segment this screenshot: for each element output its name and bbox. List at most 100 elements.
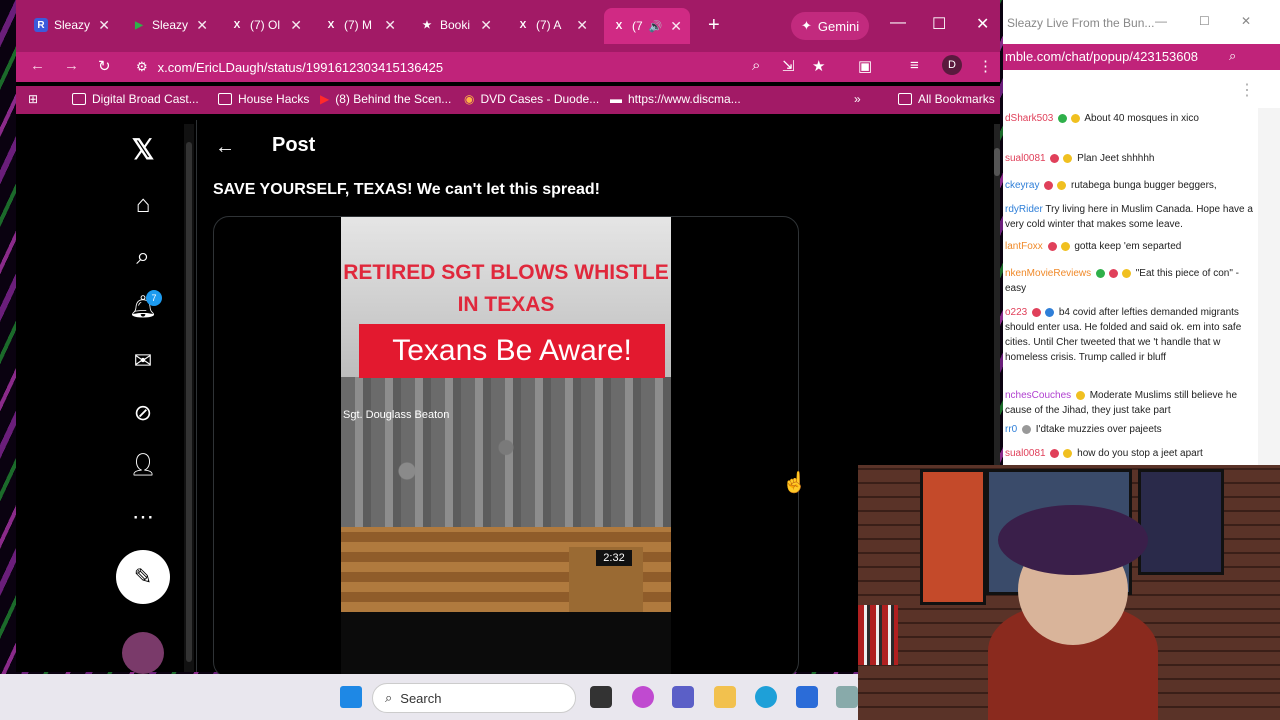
chat-username[interactable]: nchesCouches (1005, 390, 1071, 401)
folder-icon (898, 93, 912, 105)
maximize-icon[interactable]: ☐ (1199, 14, 1210, 28)
chat-username[interactable]: sual0081 (1005, 153, 1046, 164)
search-icon[interactable]: ⌕ (128, 242, 158, 272)
badge-icon (1045, 307, 1055, 317)
reading-list-icon[interactable]: ▣ (858, 57, 872, 75)
task-view-icon[interactable] (590, 686, 612, 708)
bookmark-label: House Hacks (238, 92, 310, 106)
bookmark-4[interactable]: ◉ DVD Cases - Duode... (464, 92, 599, 106)
profile-icon[interactable]: 👤︎ (128, 450, 158, 480)
close-icon[interactable]: ✕ (196, 17, 208, 34)
close-icon[interactable]: ✕ (290, 17, 302, 34)
profile-avatar[interactable]: D (942, 55, 962, 75)
zoom-icon[interactable]: ⌕ (752, 57, 760, 74)
close-icon[interactable]: ✕ (480, 17, 492, 34)
rumble-icon: R (34, 18, 48, 32)
close-window-icon[interactable]: ✕ (1241, 14, 1251, 28)
more-bookmarks-icon[interactable]: » (854, 92, 861, 106)
bookmark-star-icon[interactable]: ★ (812, 57, 825, 75)
wall-poster (1138, 469, 1224, 575)
tab-6[interactable]: X (7) A ✕ (508, 10, 596, 40)
more-icon[interactable]: ⋯ (128, 502, 158, 532)
chat-username[interactable]: rdyRider (1005, 204, 1043, 215)
bookmark-1[interactable]: Digital Broad Cast... (72, 92, 199, 106)
tab-5[interactable]: ★ Booki ✕ (412, 10, 500, 40)
close-icon[interactable]: ✕ (98, 17, 110, 34)
chat-username[interactable]: sual0081 (1005, 448, 1046, 459)
edge-icon[interactable] (755, 686, 777, 708)
chat-options-icon[interactable]: ⋮ (1239, 80, 1255, 100)
badge-icon (1047, 241, 1057, 251)
tab-1[interactable]: R Sleazy ✕ (26, 10, 118, 40)
chat-username[interactable]: o223 (1005, 307, 1027, 318)
close-window-icon[interactable]: ✕ (976, 14, 989, 34)
close-icon[interactable]: ✕ (576, 17, 588, 34)
minimize-icon[interactable]: — (890, 14, 906, 32)
chat-username[interactable]: ckeyray (1005, 180, 1039, 191)
chat-username[interactable]: dShark503 (1005, 113, 1053, 124)
chat-message: sual0081 Plan Jeet shhhhh (1005, 151, 1257, 166)
video-name-tag: Sgt. Douglass Beaton (343, 409, 450, 421)
back-arrow-icon[interactable]: ← (215, 136, 235, 159)
url-field[interactable]: ⚙ x.com/EricLDaugh/status/19916123034151… (136, 55, 836, 79)
new-tab-button[interactable]: + (700, 10, 730, 40)
search-icon: ⌕ (385, 690, 393, 705)
teams-icon[interactable] (672, 686, 694, 708)
bookmark-5[interactable]: ▬ https://www.discma... (610, 92, 741, 106)
back-icon[interactable]: ← (30, 57, 45, 74)
address-bar-row: ← → ↻ ⚙ x.com/EricLDaugh/status/19916123… (16, 52, 1000, 82)
badge-icon (1050, 448, 1060, 458)
forward-icon[interactable]: → (64, 57, 79, 74)
speaker-icon[interactable]: 🔊 (649, 20, 663, 33)
file-explorer-icon[interactable] (714, 686, 736, 708)
badge-icon (1108, 268, 1118, 278)
media-control-icon[interactable]: ≡ (910, 57, 919, 74)
search-icon[interactable]: ⌕ (1229, 48, 1236, 64)
install-icon[interactable]: ⇲ (782, 57, 795, 75)
post-compose-button[interactable]: ✎ (116, 550, 170, 604)
all-bookmarks[interactable]: All Bookmarks (898, 92, 995, 106)
taskbar-search[interactable]: ⌕ Search (372, 683, 576, 713)
notifications-icon[interactable]: 🔔︎ 7 (128, 290, 162, 322)
bookmark-2[interactable]: House Hacks (218, 92, 309, 106)
home-icon[interactable]: ⌂ (128, 190, 158, 220)
site-info-icon[interactable]: ⚙ (136, 59, 148, 75)
chat-text: rutabega bunga bugger beggers, (1071, 180, 1217, 191)
bookmark-3[interactable]: ▶ (8) Behind the Scen... (320, 92, 451, 106)
minimize-icon[interactable]: — (1155, 14, 1167, 28)
maximize-icon[interactable]: ☐ (932, 14, 946, 34)
grok-icon[interactable]: ⊘ (128, 398, 158, 428)
messages-icon[interactable]: ✉ (128, 346, 158, 376)
gemini-button[interactable]: ✦ Gemini (791, 12, 870, 40)
scroll-thumb[interactable] (994, 148, 1000, 176)
x-logo-icon[interactable]: 𝕏 (128, 134, 158, 165)
menu-icon[interactable]: ⋮ (978, 57, 993, 75)
chat-message: sual0081 how do you stop a jeet apart (1005, 446, 1257, 461)
store-icon[interactable] (796, 686, 818, 708)
video-player[interactable]: 2:32 RETIRED SGT BLOWS WHISTLE IN TEXAS … (341, 217, 671, 677)
chat-username[interactable]: rr0 (1005, 424, 1017, 435)
tab-label: Sleazy (152, 18, 189, 32)
close-icon[interactable]: ✕ (670, 18, 682, 35)
scroll-thumb[interactable] (186, 142, 192, 662)
apps-icon[interactable]: ⊞ (28, 92, 38, 106)
close-icon[interactable]: ✕ (384, 17, 396, 34)
post-media[interactable]: 2:32 RETIRED SGT BLOWS WHISTLE IN TEXAS … (213, 216, 799, 678)
windows-start-icon[interactable] (340, 686, 362, 708)
reload-icon[interactable]: ↻ (98, 57, 111, 75)
tab-2[interactable]: ▶ Sleazy ✕ (124, 10, 216, 40)
chat-scrollbar[interactable] (1258, 108, 1280, 465)
account-avatar[interactable] (122, 632, 164, 674)
left-scrollbar[interactable] (184, 124, 194, 672)
tab-4[interactable]: X (7) M ✕ (316, 10, 404, 40)
notification-badge: 7 (146, 290, 162, 306)
chat-username[interactable]: nkenMovieReviews (1005, 268, 1091, 279)
copilot-icon[interactable] (632, 686, 654, 708)
tab-3[interactable]: X (7) Ol ✕ (222, 10, 310, 40)
chat-url-bar[interactable]: mble.com/chat/popup/423153608 ⌕ (1003, 44, 1280, 70)
tab-7-active[interactable]: X (7 🔊 ✕ (604, 8, 690, 44)
duodecad-icon: ◉ (464, 92, 475, 106)
app-icon[interactable] (836, 686, 858, 708)
chat-username[interactable]: lantFoxx (1005, 241, 1043, 252)
webcam-overlay (858, 465, 1280, 720)
